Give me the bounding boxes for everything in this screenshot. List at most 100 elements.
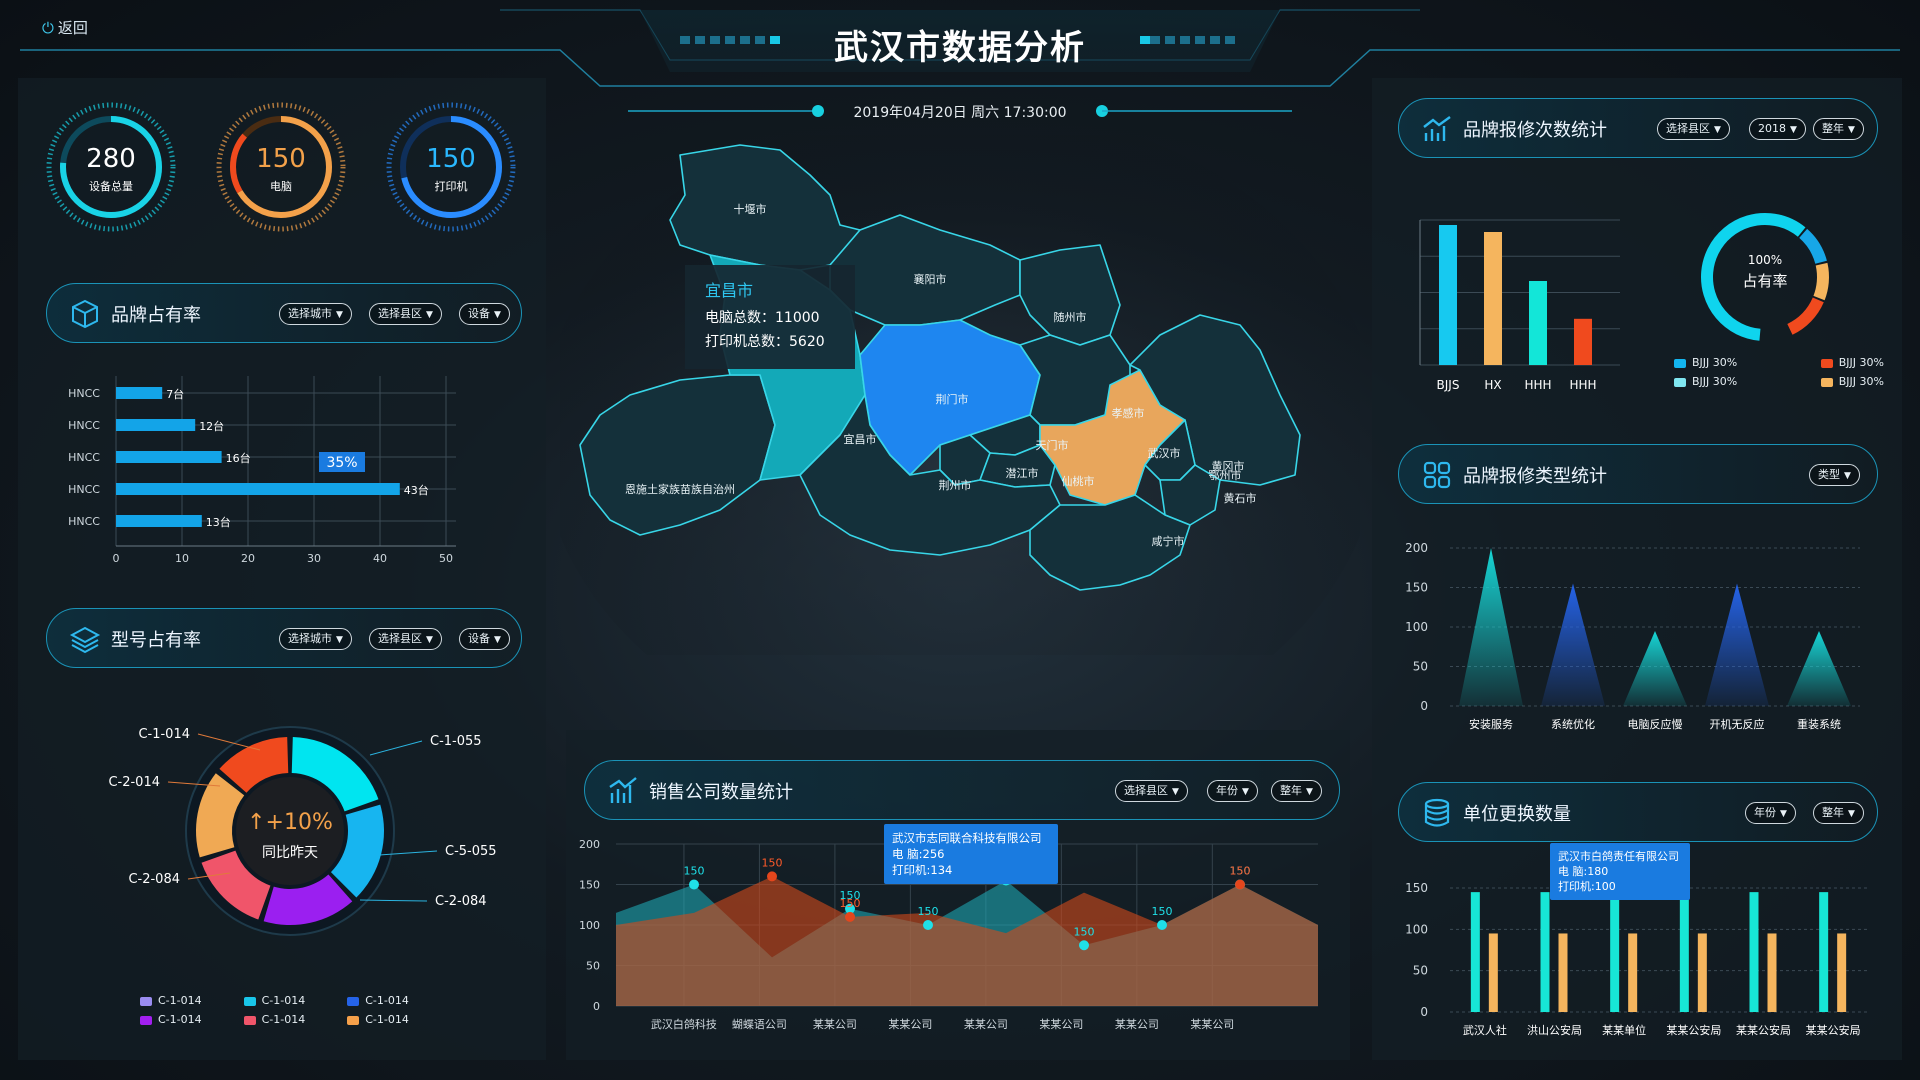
- x-tick-label: 某某公司: [888, 1018, 932, 1031]
- y-tick-label: 0: [593, 1000, 600, 1013]
- chevron-down-icon: ▼: [426, 310, 433, 320]
- bar: [1574, 318, 1592, 365]
- unit-range-select[interactable]: 整年 ▼: [1813, 802, 1864, 824]
- unit-replace-title: 单位更换数量: [1463, 804, 1571, 825]
- repair-type-title: 品牌报修类型统计: [1463, 466, 1607, 487]
- repair-type-header: 品牌报修类型统计 类型 ▼: [1398, 444, 1878, 504]
- repair-type-chart: 0 50 100 150 200 安装服务 系统优化 电脑反应慢 开机无反应 重装系统: [1405, 541, 1860, 731]
- slice-label: C-2-084: [128, 872, 180, 887]
- ring-pc-value: 150: [256, 144, 306, 174]
- sales-header: 销售公司数量统计 选择县区 ▼ 年份 ▼ 整年 ▼: [584, 760, 1340, 820]
- bar-chart-icon: [609, 777, 637, 803]
- sales-title: 销售公司数量统计: [649, 782, 793, 803]
- city-label: 荆门市: [936, 392, 969, 406]
- legend-item: C-1-014: [140, 994, 202, 1007]
- legend-item: C-1-014: [140, 1013, 202, 1026]
- data-label: 150: [684, 865, 705, 878]
- repair-donut-percent: 100%: [1747, 253, 1783, 267]
- slice-label: C-2-014: [108, 775, 160, 790]
- brand-district-select[interactable]: 选择县区 ▼: [369, 303, 442, 325]
- ring-total-label: 设备总量: [89, 180, 133, 193]
- model-district-select[interactable]: 选择县区 ▼: [369, 628, 442, 650]
- legend-item: C-1-014: [243, 1013, 305, 1026]
- legend-item: C-1-014: [347, 994, 409, 1007]
- unit-tooltip-printer: 打印机:100: [1558, 880, 1616, 893]
- repair-range-select[interactable]: 整年 ▼: [1813, 118, 1864, 140]
- data-label: 150: [1074, 925, 1095, 938]
- repair-year-select[interactable]: 2018 ▼: [1749, 118, 1806, 140]
- back-button[interactable]: ⏻ 返回: [42, 17, 88, 38]
- repair-count-title: 品牌报修次数统计: [1463, 120, 1607, 141]
- sales-district-select[interactable]: 选择县区 ▼: [1115, 780, 1188, 802]
- label-leader: [369, 740, 423, 756]
- tooltip-city: 宜昌市: [705, 281, 754, 300]
- bar: [1697, 933, 1707, 1012]
- data-point: [1079, 940, 1089, 951]
- repair-donut-label: 占有率: [1742, 272, 1788, 290]
- bar: [1484, 232, 1502, 365]
- model-share-header: 型号占有率 选择城市 ▼ 选择县区 ▼ 设备 ▼: [46, 608, 522, 668]
- data-point: [845, 911, 855, 922]
- y-tick-label: 100: [1405, 620, 1428, 634]
- slice-label: C-1-014: [138, 727, 190, 742]
- city-label: 宜昌市: [844, 432, 877, 446]
- unit-year-select[interactable]: 年份 ▼: [1745, 802, 1796, 824]
- x-tick-label: 40: [373, 552, 387, 565]
- data-point: [689, 879, 699, 890]
- legend-item: C-1-014: [347, 1013, 409, 1026]
- sales-range-select[interactable]: 整年 ▼: [1271, 780, 1322, 802]
- x-tick-label: 某某公司: [1115, 1018, 1159, 1031]
- x-tick-label: 电脑反应慢: [1628, 717, 1683, 731]
- chevron-down-icon: ▼: [1844, 471, 1851, 481]
- brand-share-header: 品牌占有率 选择城市 ▼ 选择县区 ▼ 设备 ▼: [46, 283, 522, 343]
- x-tick-label: 某某公司: [1190, 1018, 1234, 1031]
- y-tick-label: 50: [1413, 964, 1428, 978]
- model-center-label: 同比昨天: [262, 845, 318, 861]
- sales-year-select[interactable]: 年份 ▼: [1207, 780, 1258, 802]
- city-label: 随州市: [1054, 310, 1087, 324]
- bar: [1767, 933, 1777, 1012]
- city-label: 咸宁市: [1152, 534, 1185, 548]
- model-city-select[interactable]: 选择城市 ▼: [279, 628, 352, 650]
- y-tick-label: 100: [579, 919, 600, 932]
- y-tick-label: 150: [1405, 881, 1428, 895]
- grid-icon: [1423, 461, 1451, 489]
- map-tooltip: 宜昌市 电脑总数：11000 打印机总数：5620: [685, 265, 855, 369]
- data-label: 150: [840, 897, 861, 910]
- chevron-down-icon: ▼: [1714, 125, 1721, 135]
- label-leader: [359, 899, 428, 902]
- x-tick-label: 洪山公安局: [1527, 1023, 1582, 1037]
- model-center-percent: +10%: [265, 810, 333, 835]
- model-device-select[interactable]: 设备 ▼: [459, 628, 510, 650]
- brand-device-select[interactable]: 设备 ▼: [459, 303, 510, 325]
- repair-type-select[interactable]: 类型 ▼: [1809, 464, 1860, 486]
- bar: [1540, 892, 1550, 1012]
- x-tick-label: 20: [241, 552, 255, 565]
- chevron-down-icon: ▼: [1848, 125, 1855, 135]
- x-tick-label: 某某单位: [1602, 1023, 1646, 1037]
- bar-value-label: 43台: [404, 483, 429, 497]
- y-tick-label: HNCC: [68, 387, 100, 400]
- tooltip-pc: 电脑总数：11000: [705, 310, 820, 326]
- chevron-down-icon: ▼: [1790, 125, 1797, 135]
- y-tick-label: 150: [579, 879, 600, 892]
- x-tick-label: 开机无反应: [1710, 717, 1765, 731]
- city-label: 十堰市: [734, 202, 767, 216]
- brand-city-select[interactable]: 选择城市 ▼: [279, 303, 352, 325]
- power-icon: ⏻: [42, 19, 54, 37]
- brand-share-title: 品牌占有率: [111, 305, 201, 326]
- repair-count-header: 品牌报修次数统计 选择县区 ▼ 2018 ▼ 整年 ▼: [1398, 98, 1878, 158]
- repair-district-select[interactable]: 选择县区 ▼: [1657, 118, 1730, 140]
- ring-printer-label: 打印机: [434, 180, 468, 193]
- city-label: 仙桃市: [1062, 474, 1095, 488]
- layers-icon: [69, 626, 101, 654]
- bar-value-label: 7台: [166, 387, 184, 401]
- y-tick-label: HNCC: [68, 419, 100, 432]
- chevron-down-icon: ▼: [494, 635, 501, 645]
- legend-item: BJJJ 30%: [1820, 356, 1884, 369]
- header-bar: ⏻ 返回 武汉市数据分析: [0, 0, 1920, 90]
- bar-value-label: 16台: [226, 451, 251, 465]
- model-legend: C-1-014 C-1-014 C-1-014 C-1-014 C-1-014 …: [140, 994, 460, 1026]
- bar: [1837, 933, 1847, 1012]
- triangle-bar: [1541, 583, 1605, 706]
